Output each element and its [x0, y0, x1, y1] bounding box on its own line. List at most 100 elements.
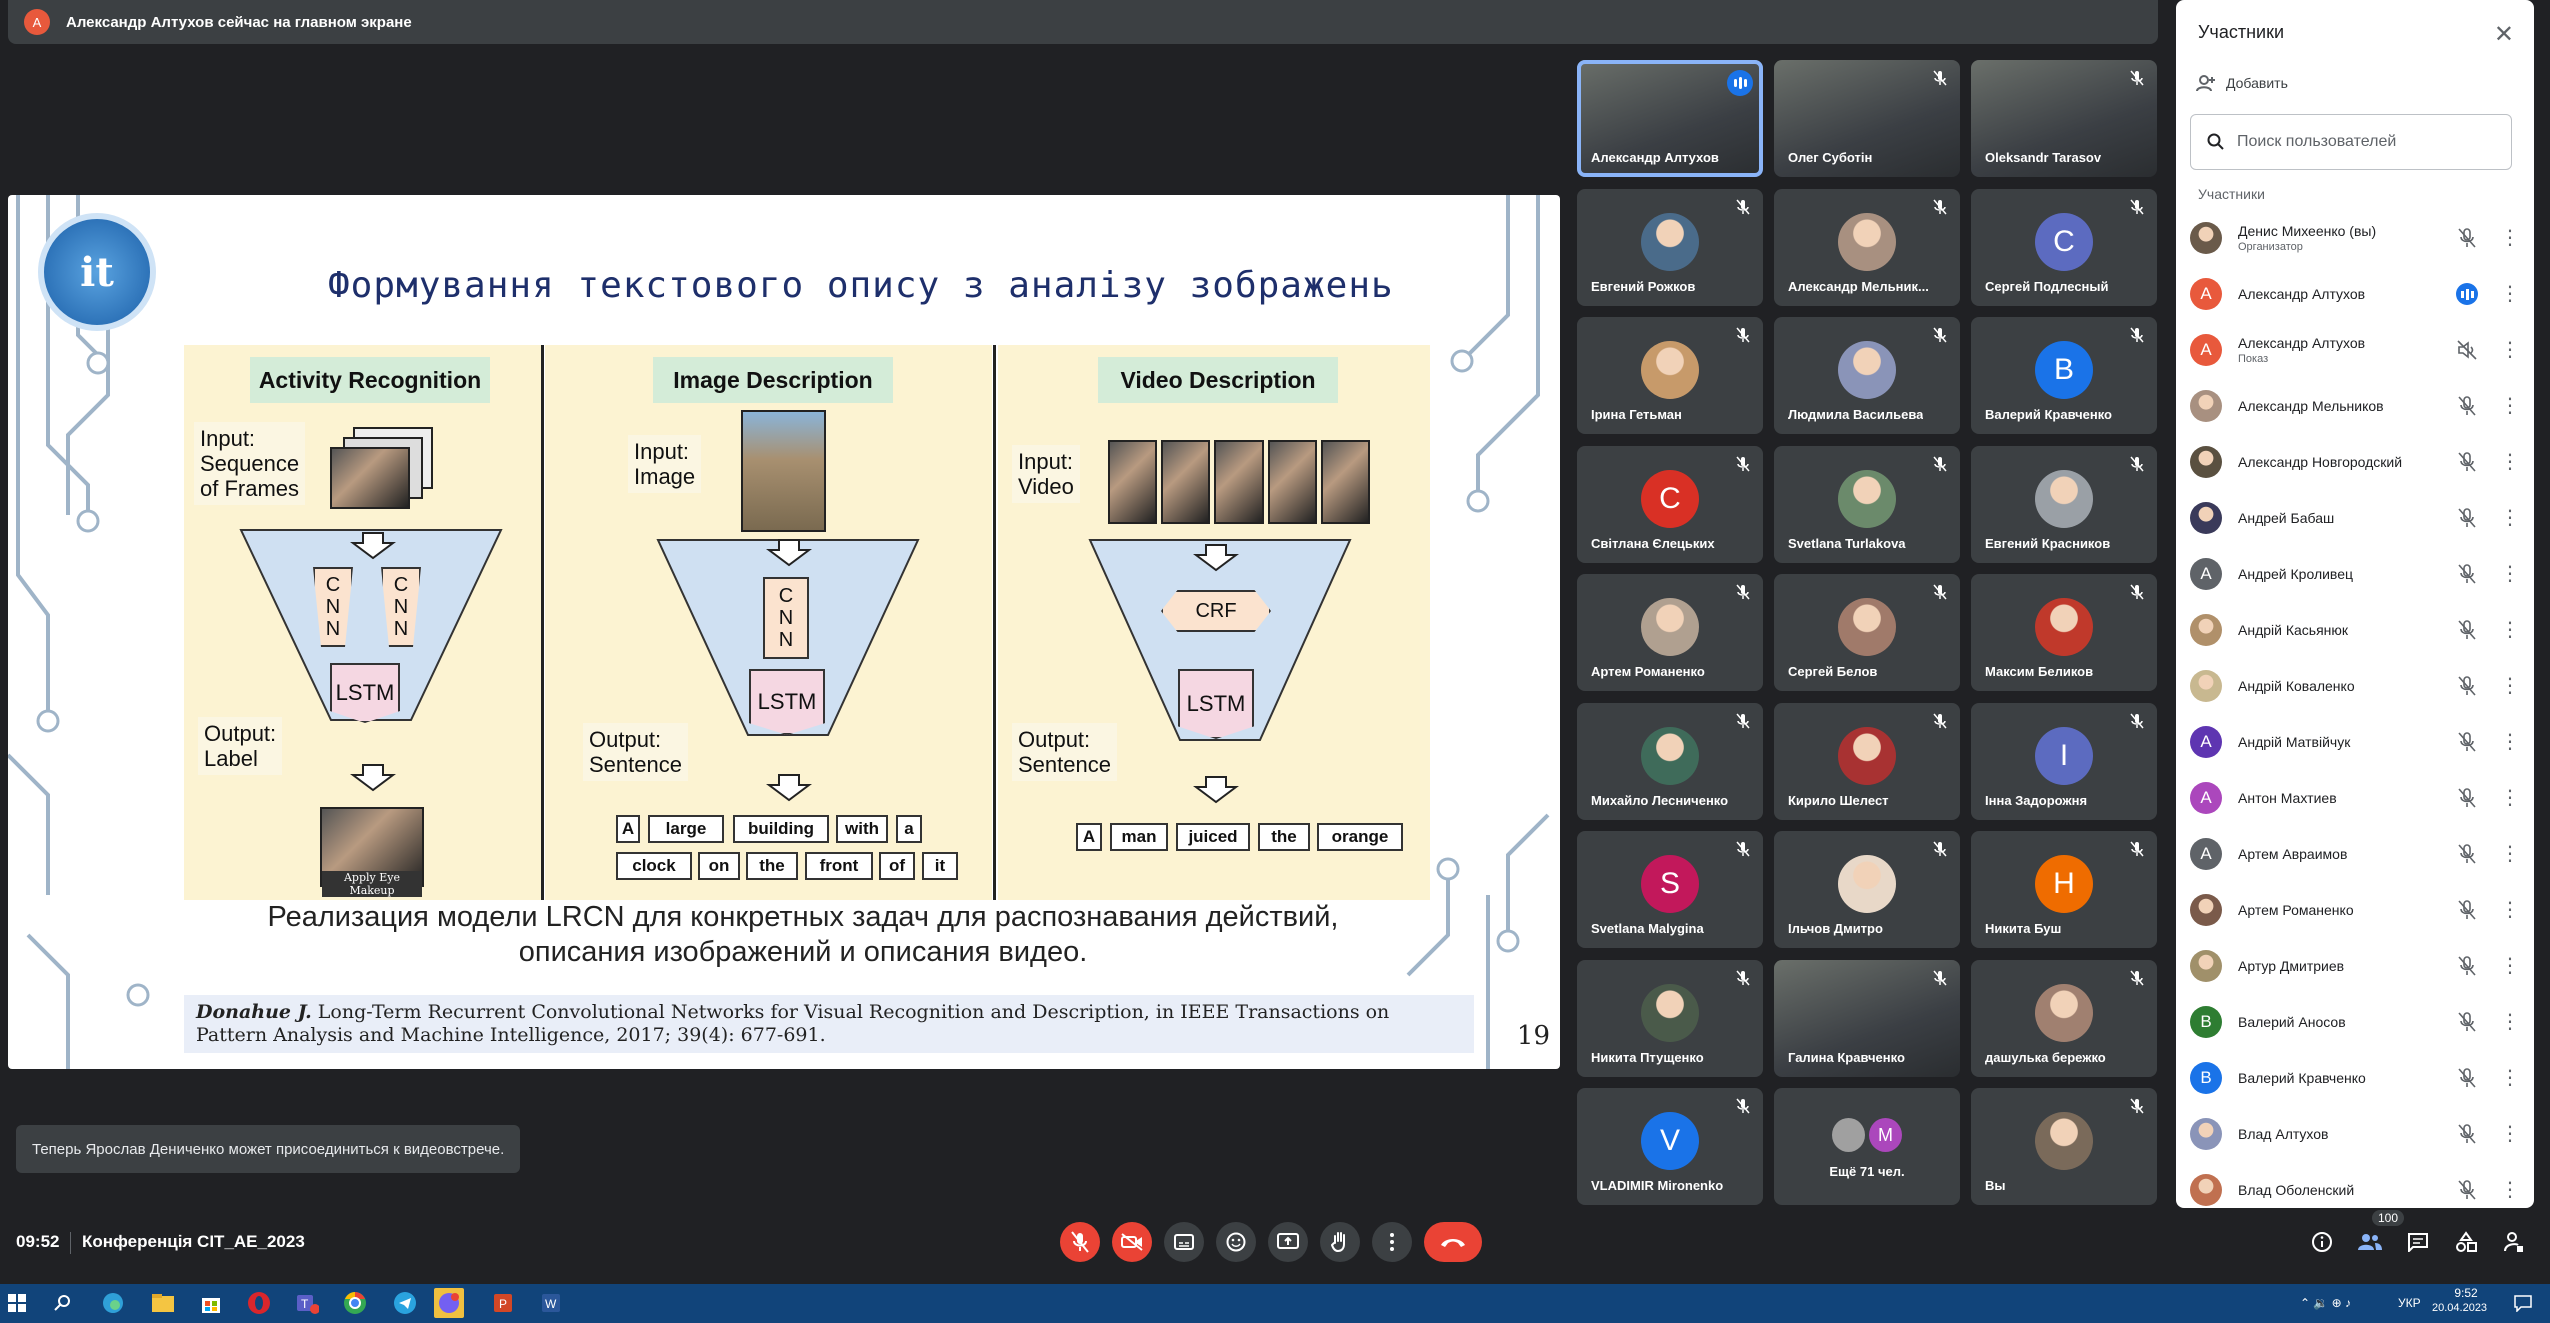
end-call-button[interactable] [1424, 1222, 1482, 1262]
more-vert-icon[interactable]: ⋮ [2500, 1068, 2520, 1088]
participant-tile[interactable]: I Інна Задорожня [1971, 702, 2157, 820]
participant-tile[interactable]: S Svetlana Malygina [1577, 831, 1763, 948]
keyboard-language[interactable]: УКР [2398, 1296, 2421, 1310]
mic-off-icon[interactable] [2456, 1067, 2478, 1089]
viber-icon[interactable] [434, 1288, 464, 1318]
chat-button[interactable] [2404, 1228, 2432, 1256]
mic-off-icon[interactable] [2456, 507, 2478, 529]
file-explorer-icon[interactable] [148, 1288, 178, 1318]
search-input[interactable]: Поиск пользователей [2190, 114, 2512, 170]
participant-tile[interactable]: H Никита Буш [1971, 831, 2157, 948]
participant-tile[interactable]: Евгений Красников [1971, 445, 2157, 563]
participant-tile[interactable]: Александр Мельник... [1774, 188, 1960, 306]
more-vert-icon[interactable]: ⋮ [2500, 732, 2520, 752]
participant-row[interactable]: В Валерий Кравченко ⋮ [2190, 1050, 2520, 1106]
participant-row[interactable]: В Валерий Аносов ⋮ [2190, 994, 2520, 1050]
more-vert-icon[interactable]: ⋮ [2500, 676, 2520, 696]
opera-icon[interactable] [244, 1288, 274, 1318]
mic-off-icon[interactable] [2456, 1123, 2478, 1145]
participant-row[interactable]: Александр Мельников ⋮ [2190, 378, 2520, 434]
participant-row[interactable]: Артур Дмитриев ⋮ [2190, 938, 2520, 994]
taskbar-clock[interactable]: 9:52 [2446, 1286, 2486, 1300]
mic-off-icon[interactable] [2456, 955, 2478, 977]
participant-row[interactable]: А Андрей Кроливец ⋮ [2190, 546, 2520, 602]
participant-row[interactable]: Андрій Касьянюк ⋮ [2190, 602, 2520, 658]
participant-row[interactable]: Андрій Коваленко ⋮ [2190, 658, 2520, 714]
captions-button[interactable] [1164, 1222, 1204, 1262]
volume-off-icon[interactable] [2456, 339, 2478, 361]
more-vert-icon[interactable]: ⋮ [2500, 396, 2520, 416]
meeting-details-button[interactable] [2308, 1228, 2336, 1256]
tray-icons[interactable]: ⌃ 🔉 ⊕ ♪ [2300, 1296, 2351, 1310]
more-vert-icon[interactable]: ⋮ [2500, 564, 2520, 584]
more-vert-icon[interactable]: ⋮ [2500, 508, 2520, 528]
participant-row[interactable]: А Андрій Матвійчук ⋮ [2190, 714, 2520, 770]
camera-toggle-button[interactable] [1112, 1222, 1152, 1262]
mic-off-icon[interactable] [2456, 675, 2478, 697]
more-vert-icon[interactable]: ⋮ [2500, 1124, 2520, 1144]
participant-tile[interactable]: Сергей Белов [1774, 574, 1960, 691]
more-vert-icon[interactable]: ⋮ [2500, 340, 2520, 360]
participants-button[interactable] [2356, 1228, 2384, 1256]
mic-off-icon[interactable] [2456, 899, 2478, 921]
participant-row[interactable]: Влад Алтухов ⋮ [2190, 1106, 2520, 1162]
mic-off-icon[interactable] [2456, 563, 2478, 585]
edge-browser-icon[interactable] [98, 1288, 128, 1318]
mic-off-icon[interactable] [2456, 843, 2478, 865]
participant-row[interactable]: Артем Романенко ⋮ [2190, 882, 2520, 938]
host-controls-button[interactable] [2500, 1228, 2528, 1256]
more-vert-icon[interactable]: ⋮ [2500, 620, 2520, 640]
participant-tile[interactable]: дашулька бережко [1971, 959, 2157, 1077]
participant-row[interactable]: Александр Новгородский ⋮ [2190, 434, 2520, 490]
participant-tile[interactable]: Никита Птущенко [1577, 959, 1763, 1077]
notifications-icon[interactable] [2508, 1288, 2538, 1318]
mic-off-icon[interactable] [2456, 787, 2478, 809]
more-vert-icon[interactable]: ⋮ [2500, 452, 2520, 472]
participant-tile[interactable]: Svetlana Turlakova [1774, 445, 1960, 563]
participant-tile[interactable]: Евгений Рожков [1577, 188, 1763, 306]
participant-tile[interactable]: Кирило Шелест [1774, 702, 1960, 820]
participant-row[interactable]: Андрей Бабаш ⋮ [2190, 490, 2520, 546]
participant-tile[interactable]: Максим Беликов [1971, 574, 2157, 691]
participant-tile[interactable]: C Сергей Подлесный [1971, 188, 2157, 306]
close-icon[interactable]: ✕ [2494, 20, 2514, 49]
windows-start-icon[interactable] [2, 1288, 32, 1318]
more-vert-icon[interactable]: ⋮ [2500, 956, 2520, 976]
mic-off-icon[interactable] [2456, 227, 2478, 249]
more-vert-icon[interactable]: ⋮ [2500, 788, 2520, 808]
present-screen-button[interactable] [1268, 1222, 1308, 1262]
participant-tile[interactable]: Ірина Гетьман [1577, 317, 1763, 434]
participant-row[interactable]: А Артем Авраимов ⋮ [2190, 826, 2520, 882]
more-vert-icon[interactable]: ⋮ [2500, 900, 2520, 920]
more-vert-icon[interactable]: ⋮ [2500, 1180, 2520, 1200]
mic-off-icon[interactable] [2456, 731, 2478, 753]
teams-icon[interactable]: T [292, 1288, 322, 1318]
participant-row[interactable]: А Антон Махтиев ⋮ [2190, 770, 2520, 826]
more-vert-icon[interactable]: ⋮ [2500, 1012, 2520, 1032]
participant-tile[interactable]: Артем Романенко [1577, 574, 1763, 691]
search-icon[interactable] [48, 1288, 78, 1318]
mic-off-icon[interactable] [2456, 1011, 2478, 1033]
participant-tile[interactable]: Михайло Лесниченко [1577, 702, 1763, 820]
participant-row[interactable]: А Александр Алтухов Показ ⋮ [2190, 322, 2520, 378]
activities-button[interactable] [2452, 1228, 2480, 1256]
participant-tile[interactable]: Олег Суботін [1774, 60, 1960, 177]
participant-tile[interactable]: Галина Кравченко [1774, 959, 1960, 1077]
mic-off-icon[interactable] [2456, 395, 2478, 417]
more-vert-icon[interactable]: ⋮ [2500, 844, 2520, 864]
add-participant-button[interactable]: Добавить [2196, 74, 2288, 92]
telegram-icon[interactable] [390, 1288, 420, 1318]
participant-row[interactable]: А Александр Алтухов ⋮ [2190, 266, 2520, 322]
mic-toggle-button[interactable] [1060, 1222, 1100, 1262]
participant-row[interactable]: Влад Оболенский ⋮ [2190, 1162, 2520, 1208]
mic-off-icon[interactable] [2456, 451, 2478, 473]
participant-tile[interactable]: Александр Алтухов [1577, 60, 1763, 177]
powerpoint-icon[interactable]: P [488, 1288, 518, 1318]
more-vert-icon[interactable]: ⋮ [2500, 228, 2520, 248]
store-icon[interactable] [196, 1288, 226, 1318]
raise-hand-button[interactable] [1320, 1222, 1360, 1262]
mic-off-icon[interactable] [2456, 619, 2478, 641]
participant-tile[interactable]: Ільчов Дмитро [1774, 831, 1960, 948]
participant-tile[interactable]: Людмила Васильева [1774, 317, 1960, 434]
mic-off-icon[interactable] [2456, 1179, 2478, 1201]
